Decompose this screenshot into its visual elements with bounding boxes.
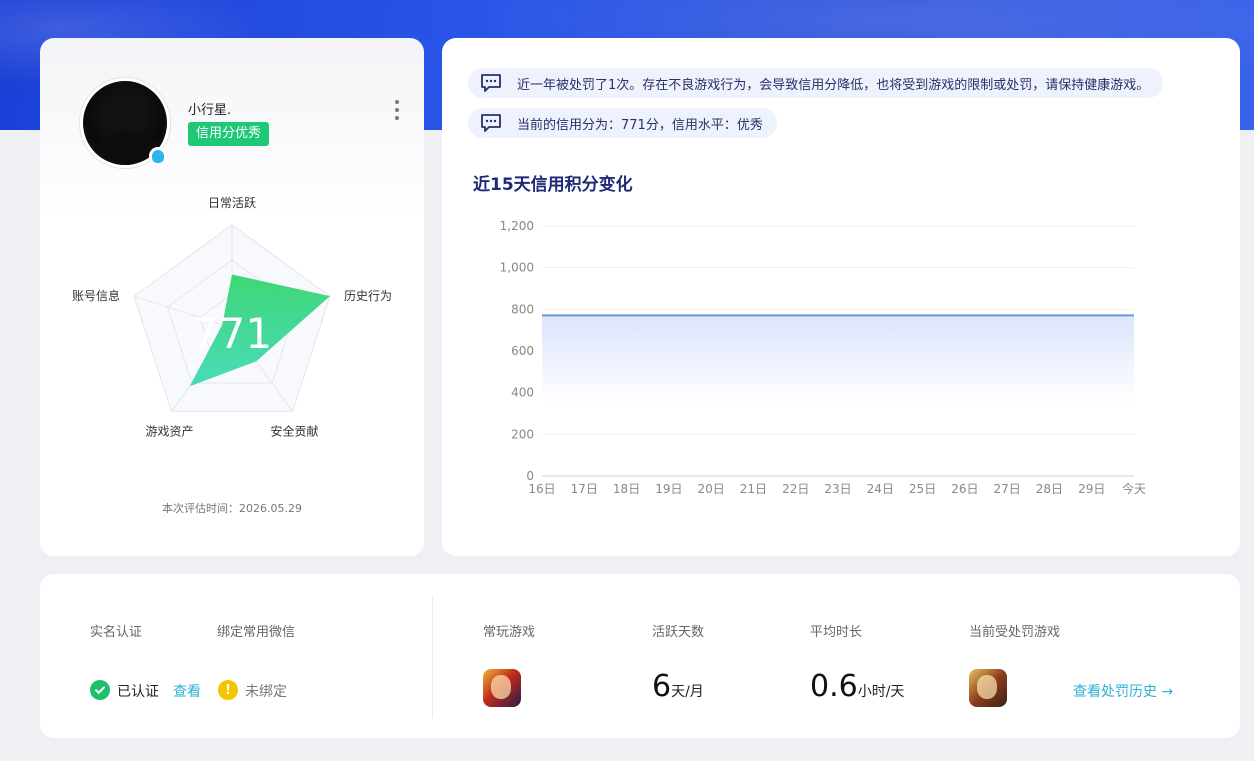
active-days-unit: 天/月 (671, 684, 704, 700)
y-tick-label: 800 (511, 302, 534, 316)
x-tick-label: 27日 (994, 482, 1021, 496)
series-area (542, 315, 1134, 404)
evaluation-time: 本次评估时间：2026.05.29 (162, 502, 302, 515)
credit-level-badge: 信用分优秀 (188, 122, 270, 146)
x-tick-label: 25日 (909, 482, 936, 496)
x-tick-label: 23日 (824, 482, 851, 496)
nickname: 小行星. (188, 103, 232, 118)
score-notice: 当前的信用分为：771分，信用水平：优秀 (468, 108, 777, 138)
trend-title: 近15天信用积分变化 (473, 175, 633, 195)
more-options-icon[interactable] (394, 100, 400, 120)
profile-card: 小行星. 信用分优秀 771 日常活跃历史行为安全贡献 游戏资产 账号信息 本次评估… (40, 38, 424, 556)
x-tick-label: 今天 (1122, 481, 1146, 496)
fav-game-label: 常玩游戏 (483, 625, 536, 640)
qq-icon (149, 147, 167, 165)
x-tick-label: 26日 (951, 482, 978, 496)
real-name-label: 实名认证 (90, 625, 143, 640)
x-tick-label: 17日 (571, 482, 598, 496)
wechat-status: 未绑定 (245, 684, 287, 700)
view-verification-link[interactable]: 查看 (173, 681, 201, 701)
x-tick-label: 22日 (782, 482, 809, 496)
radar-axis-label: 游戏资产 (145, 424, 193, 438)
message-icon (481, 74, 501, 92)
active-days-value: 6天/月 (652, 669, 704, 704)
y-tick-label: 600 (511, 344, 534, 358)
x-tick-label: 18日 (613, 482, 640, 496)
x-tick-label: 16日 (528, 482, 555, 496)
penalty-notice: 近一年被处罚了1次。存在不良游戏行为，会导致信用分降低，也将受到游戏的限制或处罚… (468, 68, 1164, 98)
divider (432, 596, 433, 718)
radar-axis-label: 日常活跃 (208, 196, 256, 210)
y-tick-label: 200 (511, 427, 534, 441)
notice-text: 近一年被处罚了1次。存在不良游戏行为，会导致信用分降低，也将受到游戏的限制或处罚… (517, 77, 1150, 93)
radar-axis-label: 历史行为 (344, 289, 392, 303)
x-tick-label: 19日 (655, 482, 682, 496)
y-tick-label: 400 (511, 386, 534, 400)
radar-axis-label: 账号信息 (72, 288, 120, 303)
radar-chart: 771 日常活跃历史行为安全贡献 游戏资产 账号信息 (72, 196, 392, 438)
warning-icon: ! (218, 680, 238, 700)
verified-status: 已认证 (117, 684, 159, 700)
radar-axis-label: 安全贡献 (271, 423, 319, 438)
x-tick-label: 29日 (1078, 482, 1105, 496)
y-tick-label: 0 (526, 469, 534, 483)
x-tick-label: 24日 (867, 482, 894, 496)
trend-card: 近一年被处罚了1次。存在不良游戏行为，会导致信用分降低，也将受到游戏的限制或处罚… (442, 38, 1240, 556)
avg-time-label: 平均时长 (810, 625, 863, 640)
x-tick-label: 20日 (698, 482, 725, 496)
credit-score: 771 (192, 309, 272, 358)
stats-card: 实名认证 绑定常用微信 已认证 查看 ! 未绑定 常玩游戏 活跃天数 6天/月 … (40, 574, 1240, 738)
x-tick-label: 21日 (740, 482, 767, 496)
avg-time-unit: 小时/天 (857, 684, 905, 700)
punished-game-icon[interactable] (969, 669, 1007, 707)
punishment-history-link[interactable]: 查看处罚历史 → (1073, 681, 1173, 701)
y-tick-label: 1,200 (500, 219, 534, 233)
check-icon (90, 680, 110, 700)
punished-game-label: 当前受处罚游戏 (969, 625, 1061, 640)
notice-text: 当前的信用分为：771分，信用水平：优秀 (517, 117, 763, 133)
wechat-label: 绑定常用微信 (217, 625, 296, 640)
active-days-label: 活跃天数 (652, 625, 705, 640)
x-tick-label: 28日 (1036, 482, 1063, 496)
credit-trend-chart: 0 200 400 600 800 1,000 1,200 16日 17日 18日 19日 20日 21… (500, 219, 1146, 496)
fav-game-icon[interactable] (483, 669, 521, 707)
message-icon (481, 114, 501, 132)
y-tick-label: 1,000 (500, 261, 534, 275)
avg-time-value: 0.6小时/天 (810, 669, 905, 704)
